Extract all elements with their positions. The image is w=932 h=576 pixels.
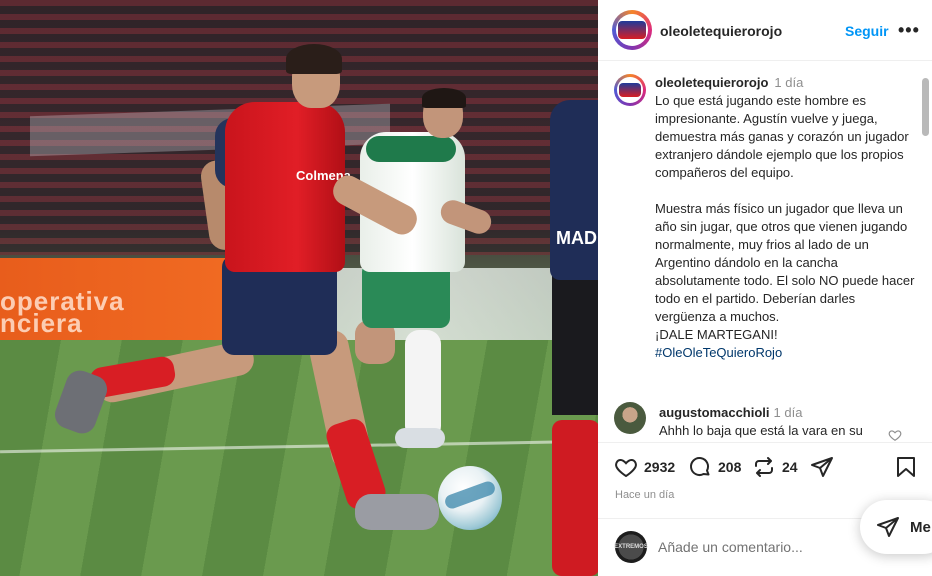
comment-like-heart-icon[interactable] bbox=[888, 428, 902, 442]
profile-avatar[interactable] bbox=[612, 10, 652, 50]
caption-hashtag-link[interactable]: #OleOleTeQuieroRojo bbox=[655, 344, 917, 362]
comment-header: augustomacchioli 1 día bbox=[659, 404, 889, 422]
messages-label: Me bbox=[910, 518, 931, 536]
player3-jersey-text: MAD bbox=[556, 228, 597, 248]
post-photo[interactable]: operativa nciera Colmena MAD bbox=[0, 0, 598, 576]
player3-sock bbox=[552, 420, 598, 576]
post-header: oleoletequierorojo Seguir ••• bbox=[598, 0, 932, 61]
comment-username[interactable]: augustomacchioli bbox=[659, 405, 770, 420]
caption-text: Lo que está jugando este hombre es impre… bbox=[655, 93, 915, 342]
action-bar: 2932 208 24 Hace un día bbox=[598, 442, 932, 508]
caption: oleoletequierorojo 1 día Lo que está juga… bbox=[655, 74, 917, 362]
save-button[interactable] bbox=[894, 455, 918, 479]
caption-logo bbox=[619, 83, 641, 97]
player3-body bbox=[550, 100, 598, 280]
repost-icon bbox=[755, 457, 773, 477]
caption-avatar[interactable] bbox=[614, 74, 646, 106]
caption-username[interactable]: oleoletequierorojo bbox=[655, 75, 768, 90]
more-options-icon[interactable]: ••• bbox=[898, 20, 920, 41]
comment-avatar[interactable] bbox=[614, 402, 646, 434]
repost-button[interactable]: 24 bbox=[752, 455, 798, 479]
comment-icon bbox=[690, 457, 710, 476]
repost-count: 24 bbox=[782, 459, 798, 475]
profile-avatar-inner bbox=[616, 14, 648, 46]
current-user-avatar-text: EXTREMOS bbox=[614, 544, 648, 550]
player1-shoe bbox=[355, 494, 439, 530]
header-username[interactable]: oleoletequierorojo bbox=[660, 23, 782, 39]
player2-leg bbox=[405, 330, 441, 440]
player3-leg bbox=[552, 275, 598, 415]
comment-button[interactable]: 208 bbox=[688, 455, 741, 479]
heart-icon bbox=[615, 458, 637, 478]
comment-count: 208 bbox=[718, 459, 742, 475]
post-panel: oleoletequierorojo Seguir ••• oleoletequ… bbox=[598, 0, 932, 576]
comment-text: Ahhh lo baja que está la vara en su bbox=[659, 423, 863, 438]
player1-hair bbox=[286, 44, 342, 74]
bookmark-icon bbox=[897, 457, 915, 477]
player2-hair bbox=[422, 88, 466, 108]
caption-time: 1 día bbox=[774, 75, 804, 90]
comment-time: 1 día bbox=[773, 405, 803, 420]
comments-section[interactable]: oleoletequierorojo 1 día Lo que está juga… bbox=[598, 62, 932, 442]
player2-shoulder bbox=[366, 136, 456, 162]
send-icon bbox=[877, 517, 899, 537]
posted-time: Hace un día bbox=[615, 489, 675, 501]
follow-button[interactable]: Seguir bbox=[845, 23, 889, 39]
player1-shirt bbox=[225, 102, 345, 272]
player2-shoe bbox=[395, 428, 445, 448]
comments-scrollbar[interactable] bbox=[922, 78, 929, 136]
caption-avatar-inner bbox=[617, 77, 643, 103]
comment-input[interactable] bbox=[658, 539, 858, 555]
ad-board-text: operativa nciera bbox=[0, 288, 125, 336]
messages-button[interactable]: Me bbox=[860, 500, 932, 554]
profile-logo bbox=[618, 21, 646, 39]
current-user-avatar: EXTREMOS bbox=[614, 531, 648, 563]
like-count: 2932 bbox=[644, 459, 676, 475]
like-button[interactable]: 2932 bbox=[614, 455, 675, 479]
share-icon bbox=[811, 457, 833, 477]
share-button[interactable] bbox=[810, 455, 834, 479]
